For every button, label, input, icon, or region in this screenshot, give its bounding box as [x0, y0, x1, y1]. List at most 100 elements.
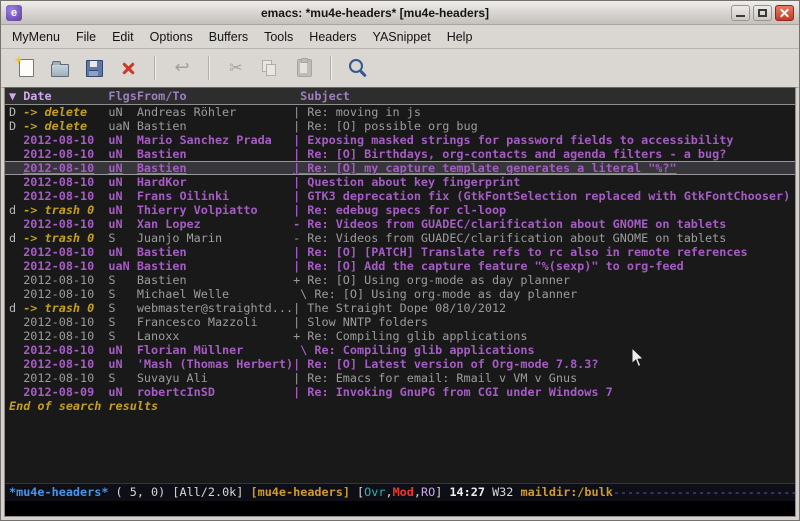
cell-from: Andreas Röhler — [137, 105, 293, 119]
cell-flags: S — [108, 329, 136, 343]
close-buffer-button[interactable] — [111, 53, 145, 83]
modeline-segment: Mod — [393, 485, 414, 499]
cell-from: Mario Sanchez Prada — [137, 133, 293, 147]
message-row-8[interactable]: d-> trash 0uNThierry Volpiatto| Re: edeb… — [5, 203, 795, 217]
menu-item-file[interactable]: File — [68, 27, 104, 47]
menu-item-mymenu[interactable]: MyMenu — [4, 27, 68, 47]
cell-flags: uN — [108, 189, 136, 203]
message-row-18[interactable]: 2012-08-10uNFlorian Müllner \ Re: Compil… — [5, 343, 795, 357]
toolbar-separator — [330, 56, 332, 80]
modeline-segment: Ovr — [364, 485, 385, 499]
cell-from: Michael Welle — [137, 287, 293, 301]
message-row-15[interactable]: d-> trash 0Swebmaster@straightd...| The … — [5, 301, 795, 315]
message-row-21[interactable]: 2012-08-09uNrobertcInSD| Re: Invoking Gn… — [5, 385, 795, 399]
toolbar-separator — [154, 56, 156, 80]
modeline-segment: maildir:/bulk — [520, 485, 612, 499]
cell-mark — [9, 273, 23, 287]
paste-icon — [297, 59, 312, 77]
toolbar: ↩✂ — [1, 49, 799, 88]
message-row-13[interactable]: 2012-08-10SBastien+ Re: [O] Using org-mo… — [5, 273, 795, 287]
cell-from: Bastien — [137, 119, 293, 133]
cell-flags: uN — [108, 217, 136, 231]
message-row-10[interactable]: d-> trash 0SJuanjo Marin- Re: Videos fro… — [5, 231, 795, 245]
modeline-segment: [mu4e-headers] — [251, 485, 358, 499]
cell-mark — [9, 343, 23, 357]
copy-icon — [262, 60, 278, 76]
menu-item-edit[interactable]: Edit — [104, 27, 142, 47]
emacs-app-icon: e — [6, 5, 22, 21]
column-header-date[interactable]: ▼ Date — [9, 88, 108, 104]
undo-button: ↩ — [165, 53, 199, 83]
column-header-flags[interactable]: Flgs — [108, 88, 136, 104]
menu-item-tools[interactable]: Tools — [256, 27, 301, 47]
cell-subject: | Re: [O] Latest version of Org-mode 7.8… — [293, 357, 795, 371]
cell-flags: uN — [108, 133, 136, 147]
message-row-20[interactable]: 2012-08-10SSuvayu Ali| Re: Emacs for ema… — [5, 371, 795, 385]
cell-flags: uaN — [108, 259, 136, 273]
cell-flags: uN — [108, 357, 136, 371]
search-icon — [349, 59, 363, 73]
cell-subject: \ Re: [O] Using org-mode as day planner — [293, 287, 795, 301]
column-header-subject[interactable]: Subject — [293, 88, 795, 104]
cell-from: HardKor — [137, 175, 293, 189]
undo-icon: ↩ — [174, 59, 189, 77]
cell-from: Lanoxx — [137, 329, 293, 343]
cell-from: webmaster@straightd... — [137, 301, 293, 315]
cell-date: 2012-08-10 — [23, 147, 108, 161]
cell-from: Bastien — [137, 161, 293, 175]
menu-item-buffers[interactable]: Buffers — [201, 27, 256, 47]
message-row-14[interactable]: 2012-08-10SMichael Welle \ Re: [O] Using… — [5, 287, 795, 301]
message-row-2[interactable]: D-> deleteuaNBastien| Re: [O] possible o… — [5, 119, 795, 133]
menu-item-help[interactable]: Help — [439, 27, 481, 47]
cell-subject: | Slow NNTP folders — [293, 315, 795, 329]
cell-subject: | Question about key fingerprint — [293, 175, 795, 189]
message-row-16[interactable]: 2012-08-10SFrancesco Mazzoli| Slow NNTP … — [5, 315, 795, 329]
message-row-1[interactable]: D-> deleteuNAndreas Röhler| Re: moving i… — [5, 105, 795, 119]
open-folder-button[interactable] — [43, 53, 77, 83]
cell-from: Thierry Volpiatto — [137, 203, 293, 217]
close-button[interactable] — [775, 5, 794, 21]
cell-mark — [9, 245, 23, 259]
cell-date: -> trash 0 — [23, 231, 108, 245]
cell-mark — [9, 217, 23, 231]
menu-item-headers[interactable]: Headers — [301, 27, 364, 47]
message-row-3[interactable]: 2012-08-10uNMario Sanchez Prada| Exposin… — [5, 133, 795, 147]
message-row-7[interactable]: 2012-08-10uNFrans Oilinki| GTK3 deprecat… — [5, 189, 795, 203]
maximize-button[interactable] — [753, 5, 772, 21]
cell-mark — [9, 287, 23, 301]
cell-flags: S — [108, 301, 136, 315]
column-header-from[interactable]: From/To — [137, 88, 293, 104]
cell-from: Florian Müllner — [137, 343, 293, 357]
new-file-button[interactable] — [9, 53, 43, 83]
cell-from: Bastien — [137, 259, 293, 273]
menu-item-options[interactable]: Options — [142, 27, 201, 47]
menu-item-yasnippet[interactable]: YASnippet — [365, 27, 439, 47]
message-list: D-> deleteuNAndreas Röhler| Re: moving i… — [5, 105, 795, 399]
cell-from: Juanjo Marin — [137, 231, 293, 245]
modeline-segment: 14:27 — [449, 485, 492, 499]
titlebar[interactable]: e emacs: *mu4e-headers* [mu4e-headers] — [1, 1, 799, 25]
message-row-19[interactable]: 2012-08-10uN'Mash (Thomas Herbert)| Re: … — [5, 357, 795, 371]
minimize-button[interactable] — [731, 5, 750, 21]
cell-subject: - Re: Videos from GUADEC/clarification a… — [293, 231, 795, 245]
cell-subject: | Re: [O] my capture template generates … — [293, 161, 795, 175]
save-button[interactable] — [77, 53, 111, 83]
search-button[interactable] — [341, 53, 375, 83]
cell-from: Frans Oilinki — [137, 189, 293, 203]
modeline-segment: ----------------------------------------… — [613, 485, 795, 499]
message-row-9[interactable]: 2012-08-10uNXan Lopez- Re: Videos from G… — [5, 217, 795, 231]
message-row-17[interactable]: 2012-08-10SLanoxx+ Re: Compiling glib ap… — [5, 329, 795, 343]
cell-date: 2012-08-10 — [23, 315, 108, 329]
cell-subject: + Re: Compiling glib applications — [293, 329, 795, 343]
cell-flags: uN — [108, 245, 136, 259]
cell-flags: S — [108, 287, 136, 301]
message-row-11[interactable]: 2012-08-10uNBastien| Re: [O] [PATCH] Tra… — [5, 245, 795, 259]
message-row-4[interactable]: 2012-08-10uNBastien| Re: [O] Birthdays, … — [5, 147, 795, 161]
message-row-5[interactable]: 2012-08-10uNBastien| Re: [O] my capture … — [5, 161, 795, 175]
cell-subject: \ Re: Compiling glib applications — [293, 343, 795, 357]
message-row-6[interactable]: 2012-08-10uNHardKor| Question about key … — [5, 175, 795, 189]
echo-area[interactable] — [5, 501, 795, 516]
menu-bar: MyMenuFileEditOptionsBuffersToolsHeaders… — [1, 25, 799, 49]
cell-date: 2012-08-10 — [23, 343, 108, 357]
message-row-12[interactable]: 2012-08-10uaNBastien| Re: [O] Add the ca… — [5, 259, 795, 273]
